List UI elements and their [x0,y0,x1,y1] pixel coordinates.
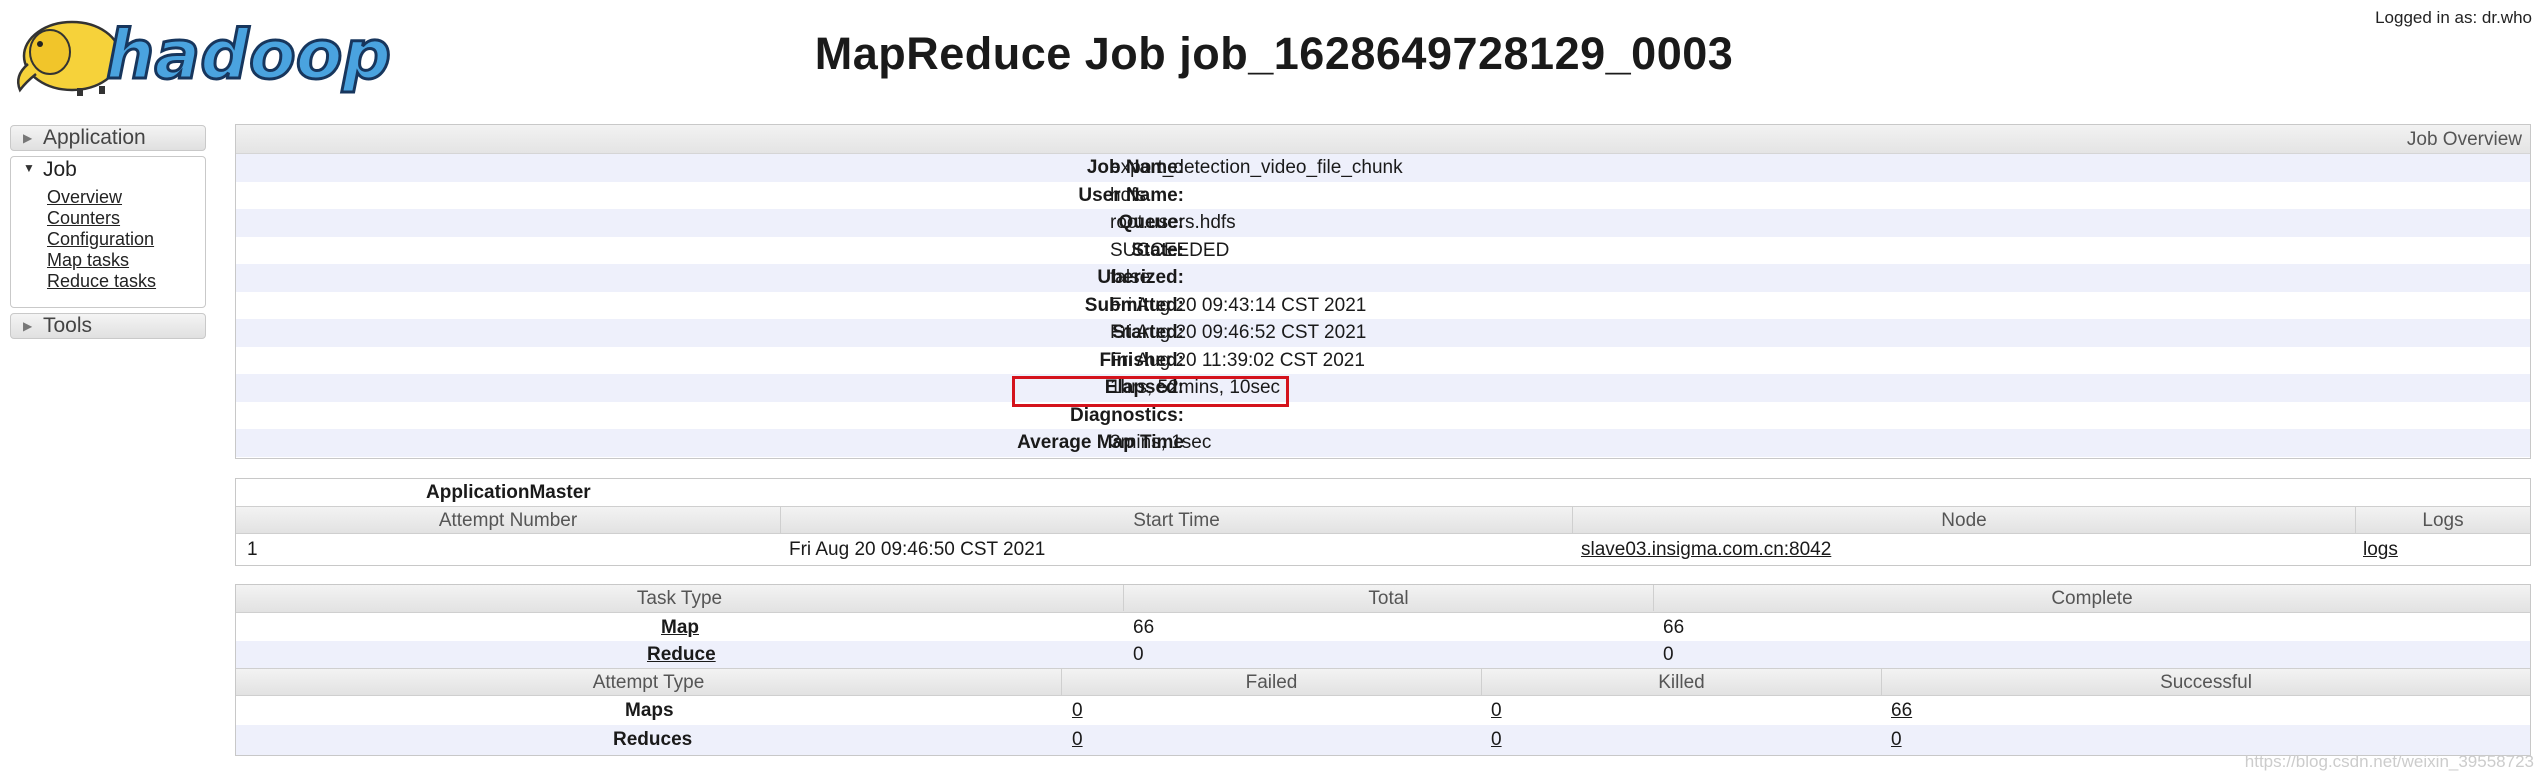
overview-label: Diagnostics: [1069,404,1184,426]
application-master-table: ApplicationMaster Attempt Number Start T… [235,478,2531,566]
overview-row: Uberized: false [236,264,2530,292]
col-failed[interactable]: Failed [1062,669,1482,695]
task-total: 0 [1133,644,1144,665]
overview-value: export_detection_video_file_chunk [1110,157,1403,178]
watermark: https://blog.csdn.net/weixin_39558723 [2244,752,2534,771]
col-logs[interactable]: Logs [2356,507,2530,533]
col-start-time[interactable]: Start Time [781,507,1573,533]
attempt-failed-link[interactable]: 0 [1072,700,1083,722]
col-total[interactable]: Total [1124,585,1654,611]
attempt-killed-link[interactable]: 0 [1491,729,1502,751]
col-killed[interactable]: Killed [1482,669,1882,695]
am-logs-link[interactable]: logs [2363,539,2398,561]
nav-application-label: Application [43,126,146,149]
table-row: Maps 0 0 66 [236,696,2530,725]
overview-row: User Name: hdfs [236,182,2530,210]
overview-row: Queue: root.users.hdfs [236,209,2530,237]
logged-in-label: Logged in as: dr.who [2375,8,2532,27]
table-row: Reduces 0 0 0 [236,725,2530,755]
nav-link-overview[interactable]: Overview [47,187,156,208]
col-node[interactable]: Node [1573,507,2356,533]
col-attempt-type[interactable]: Attempt Type [236,669,1062,695]
job-overview-panel: Job Overview Job Name: export_detection_… [235,124,2531,459]
col-successful[interactable]: Successful [1882,669,2530,695]
overview-row: Elapsed: 1hrs, 52mins, 10sec [236,374,2530,402]
table-row: 1 Fri Aug 20 09:46:50 CST 2021 slave03.i… [236,535,2530,565]
task-complete: 66 [1663,617,1685,638]
task-type-map-link[interactable]: Map [661,617,699,639]
attempt-successful-link[interactable]: 66 [1891,700,1912,722]
overview-row: Average Map Time 3mins, 1sec [236,429,2530,457]
attempt-header-row: Attempt Type Failed Killed Successful [236,668,2530,696]
overview-value: Fri Aug 20 09:46:52 CST 2021 [1110,322,1367,343]
overview-row: Diagnostics: [236,402,2530,430]
nav-job-label[interactable]: Job [43,158,77,182]
overview-value: false [1110,267,1151,288]
overview-row: Finished: Fri Aug 20 11:39:02 CST 2021 [236,347,2530,375]
overview-value: root.users.hdfs [1110,212,1236,233]
nav-link-counters[interactable]: Counters [47,208,156,229]
nav-job-section: ▼ Job Overview Counters Configuration Ma… [10,156,206,308]
overview-value: SUCCEEDED [1110,239,1230,261]
job-links: Overview Counters Configuration Map task… [47,187,156,292]
nav-link-reduce-tasks[interactable]: Reduce tasks [47,271,156,292]
task-complete: 0 [1663,644,1674,665]
nav-link-map-tasks[interactable]: Map tasks [47,250,156,271]
overview-row: State: SUCCEEDED [236,237,2530,265]
attempt-successful-link[interactable]: 0 [1891,729,1902,751]
col-task-type[interactable]: Task Type [236,585,1124,611]
am-title: ApplicationMaster [426,482,591,503]
page-title: MapReduce Job job_1628649728129_0003 [814,28,1734,79]
triangle-right-icon: ▶ [23,131,33,145]
triangle-down-icon: ▼ [23,161,35,175]
elapsed-highlight-box [1012,376,1289,407]
am-header-row: Attempt Number Start Time Node Logs [236,506,2530,534]
col-complete[interactable]: Complete [1654,585,2530,611]
job-overview-header: Job Overview [236,125,2530,154]
overview-value: Fri Aug 20 09:43:14 CST 2021 [1110,294,1367,316]
nav-application[interactable]: ▶ Application [10,125,206,151]
attempt-type: Reduces [613,729,693,750]
attempt-killed-link[interactable]: 0 [1491,700,1502,722]
overview-value: 3mins, 1sec [1110,432,1212,453]
nav-tools-label: Tools [43,314,93,337]
nav-link-configuration[interactable]: Configuration [47,229,156,250]
am-start-time: Fri Aug 20 09:46:50 CST 2021 [789,539,1046,560]
overview-row: Job Name: export_detection_video_file_ch… [236,154,2530,182]
overview-row: Submitted: Fri Aug 20 09:43:14 CST 2021 [236,292,2530,320]
overview-value: hdfs [1110,184,1146,206]
overview-row: Started: Fri Aug 20 09:46:52 CST 2021 [236,319,2530,347]
task-summary-table: Task Type Total Complete Map 66 66 Reduc… [235,584,2531,756]
nav-tools[interactable]: ▶ Tools [10,313,206,339]
triangle-right-icon: ▶ [23,319,33,333]
task-total: 66 [1133,617,1155,638]
task-header-row: Task Type Total Complete [236,585,2530,613]
attempt-failed-link[interactable]: 0 [1072,729,1083,751]
attempt-type: Maps [625,700,674,721]
am-node-link[interactable]: slave03.insigma.com.cn:8042 [1581,539,1831,561]
table-row: Reduce 0 0 [236,641,2530,668]
am-attempt: 1 [247,539,258,560]
task-type-reduce-link[interactable]: Reduce [647,644,716,666]
col-attempt-number[interactable]: Attempt Number [236,507,781,533]
table-row: Map 66 66 [236,613,2530,641]
overview-value: Fri Aug 20 11:39:02 CST 2021 [1110,349,1365,371]
